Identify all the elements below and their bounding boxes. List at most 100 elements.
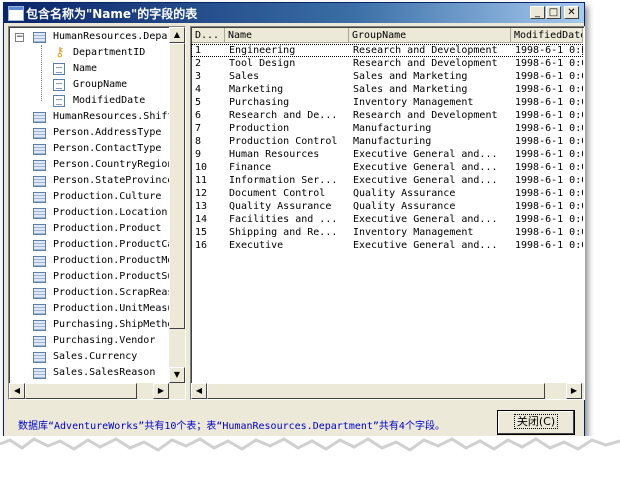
table-row[interactable]: 15 Shipping and Re... Inventory Management… — [191, 226, 583, 239]
tree-hscroll-thumb[interactable] — [25, 383, 137, 399]
column-header-groupname[interactable]: GroupName — [349, 28, 511, 43]
table-cell: 7 — [195, 123, 202, 134]
table-cell: 1998-6-1 0:0 — [515, 162, 583, 173]
collapse-toggle-icon[interactable]: − — [15, 33, 24, 42]
table-icon — [33, 128, 46, 139]
tree-horizontal-scrollbar[interactable]: ◀ ▶ — [9, 383, 169, 399]
column-header-name[interactable]: Name — [225, 28, 349, 43]
table-row[interactable]: 9 Human Resources Executive General and...… — [191, 148, 583, 161]
table-cell: 1998-6-1 0:0 — [515, 214, 583, 225]
scroll-up-arrow-icon[interactable]: ▲ — [169, 27, 185, 43]
table-cell: 1998-6-1 0:0 — [515, 149, 583, 160]
tree-vertical-scrollbar[interactable]: ▲ ▼ — [169, 27, 185, 383]
table-cell: Purchasing — [229, 97, 290, 108]
table-row[interactable]: 3 Sales Sales and Marketing 1998-6-1 0:0 — [191, 70, 583, 83]
table-row[interactable]: 10 Finance Executive General and... 1998-6-… — [191, 161, 583, 174]
tree-node-label: Production.ScrapReason — [53, 287, 186, 298]
table-row[interactable]: 7 Production Manufacturing 1998-6-1 0:0 — [191, 122, 583, 135]
table-cell: Manufacturing — [353, 123, 432, 134]
grid-horizontal-scrollbar[interactable]: ◀ ▶ — [191, 383, 584, 399]
table-cell: Executive General and... — [353, 240, 498, 251]
table-cell: 1 — [195, 45, 202, 56]
scroll-right-arrow-icon[interactable]: ▶ — [566, 383, 582, 399]
tree-node-label: Purchasing.Vendor — [53, 335, 156, 346]
table-cell: Executive General and... — [353, 214, 498, 225]
table-cell: Executive General and... — [353, 162, 498, 173]
dialog-window: 包含名称为"Name"的字段的表 _ □ ✕ − HumanResources.D… — [3, 2, 585, 440]
tree-node-label: Production.ProductSubcategory — [53, 271, 185, 282]
table-row[interactable]: 13 Quality Assurance Quality Assurance 1998… — [191, 200, 583, 213]
table-row[interactable]: 12 Document Control Quality Assurance 1998-… — [191, 187, 583, 200]
table-row[interactable]: 6 Research and De... Research and Developm… — [191, 109, 583, 122]
table-cell: 1998-6-1 0:0 — [515, 188, 583, 199]
torn-edge-decoration — [0, 436, 620, 478]
table-cell: Quality Assurance — [229, 201, 332, 212]
window-title: 包含名称为"Name"的字段的表 — [26, 7, 198, 21]
tree-node-label: Sales.Currency — [53, 351, 138, 362]
window-icon — [8, 6, 24, 21]
table-row[interactable]: 16 Executive Executive General and... 1998-… — [191, 239, 583, 252]
tree-node-label: Production.ProductCategory — [53, 239, 185, 250]
table-icon — [33, 224, 46, 235]
close-button[interactable]: 关闭(C) — [497, 410, 575, 435]
table-cell: 4 — [195, 84, 202, 95]
table-cell: 1998-6-1 0:0 — [515, 97, 583, 108]
table-icon — [33, 176, 46, 187]
table-tree[interactable]: − HumanResources.Department ⚷ DepartmentID N… — [8, 26, 186, 400]
tree-node-label: HumanResources.Department — [53, 31, 185, 42]
close-window-button[interactable]: ✕ — [564, 6, 579, 19]
minimize-button[interactable]: _ — [530, 6, 545, 19]
table-cell: Inventory Management — [353, 227, 474, 238]
table-cell: Inventory Management — [353, 97, 474, 108]
table-row[interactable]: 4 Marketing Sales and Marketing 1998-6-1 0:… — [191, 83, 583, 96]
table-cell: Manufacturing — [353, 136, 432, 147]
table-cell: Human Resources — [229, 149, 320, 160]
table-icon — [33, 192, 46, 203]
tree-node-label: Person.CountryRegion — [53, 159, 174, 170]
table-row[interactable]: 1 Engineering Research and Development 1998… — [191, 44, 583, 57]
table-row[interactable]: 14 Facilities and ... Executive General an… — [191, 213, 583, 226]
status-message: 数据库“AdventureWorks”共有10个表；表“HumanResourc… — [18, 421, 445, 432]
column-icon — [53, 95, 65, 107]
scroll-right-arrow-icon[interactable]: ▶ — [153, 383, 169, 399]
tree-column-label: DepartmentID — [73, 47, 146, 58]
title-bar[interactable]: 包含名称为"Name"的字段的表 _ □ ✕ — [4, 3, 584, 23]
table-cell: Tool Design — [229, 58, 296, 69]
table-cell: Sales — [229, 71, 260, 82]
table-icon — [33, 320, 46, 331]
table-cell: 14 — [195, 214, 208, 225]
table-icon — [33, 368, 46, 379]
tree-connector-line — [41, 45, 42, 101]
tree-node-label: Production.Culture — [53, 191, 162, 202]
table-cell: Document Control — [229, 188, 326, 199]
table-cell: Facilities and ... — [229, 214, 338, 225]
table-icon — [33, 112, 46, 123]
column-header-id[interactable]: D... — [192, 28, 225, 43]
tree-scroll-thumb[interactable] — [169, 43, 185, 329]
tree-node-label: Person.StateProvince — [53, 175, 174, 186]
table-row[interactable]: 8 Production Control Manufacturing 1998-6-1… — [191, 135, 583, 148]
table-cell: Marketing — [229, 84, 284, 95]
scroll-left-arrow-icon[interactable]: ◀ — [9, 383, 25, 399]
close-button-label: 关闭(C) — [513, 414, 559, 429]
table-icon — [33, 144, 46, 155]
grid-hscroll-thumb[interactable] — [207, 383, 545, 399]
table-cell: 12 — [195, 188, 208, 199]
table-cell: 1998-6-1 0:0 — [515, 175, 583, 186]
table-cell: Engineering — [229, 45, 296, 56]
table-cell: Shipping and Re... — [229, 227, 338, 238]
table-cell: 1998-6-1 0:0 — [515, 123, 583, 134]
table-row[interactable]: 2 Tool Design Research and Development 1998… — [191, 57, 583, 70]
table-cell: 1998-6-1 0:0 — [515, 227, 583, 238]
table-row[interactable]: 11 Information Ser... Executive General an… — [191, 174, 583, 187]
table-icon — [33, 304, 46, 315]
data-grid[interactable]: D... Name GroupName ModifiedDate 1 Engine… — [190, 26, 585, 400]
tree-column-label: ModifiedDate — [73, 95, 146, 106]
scroll-left-arrow-icon[interactable]: ◀ — [191, 383, 207, 399]
column-header-modifieddate[interactable]: ModifiedDate — [511, 28, 583, 43]
table-row[interactable]: 5 Purchasing Inventory Management 1998-6-1 … — [191, 96, 583, 109]
scroll-down-arrow-icon[interactable]: ▼ — [169, 367, 185, 383]
maximize-button[interactable]: □ — [546, 6, 561, 19]
table-icon — [33, 160, 46, 171]
tree-node-label: Person.ContactType — [53, 143, 162, 154]
